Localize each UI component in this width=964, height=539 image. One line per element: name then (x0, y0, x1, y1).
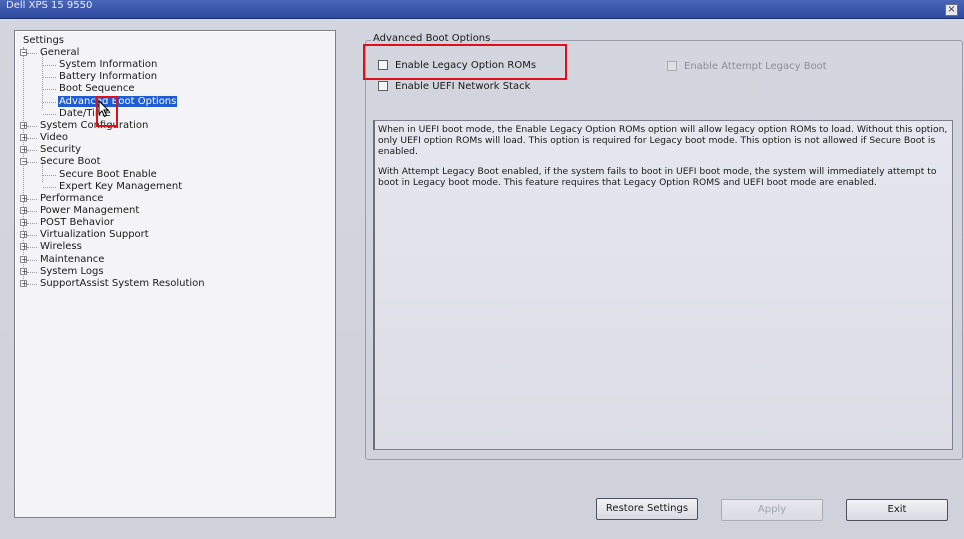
tree-connector-line (27, 138, 37, 140)
help-description-box: When in UEFI boot mode, the Enable Legac… (373, 120, 953, 450)
tree-item[interactable]: General (39, 47, 80, 59)
tree-item-label: System Information (59, 59, 158, 71)
expand-icon[interactable]: + (20, 219, 28, 227)
tree-item[interactable]: Boot Sequence (58, 83, 136, 95)
restore-settings-button[interactable]: Restore Settings (596, 498, 698, 520)
mouse-pointer-icon (98, 100, 110, 118)
tree-item-label: POST Behavior (40, 217, 114, 229)
tree-item-label: Battery Information (59, 71, 158, 83)
window-title: Dell XPS 15 9550 (6, 0, 93, 11)
tree-item-label: Secure Boot Enable (59, 168, 157, 180)
tree-item[interactable]: Expert Key Management (58, 181, 183, 193)
tree-item[interactable]: Secure Boot Enable (58, 169, 158, 181)
tree-item-label: Secure Boot (40, 156, 101, 168)
tree-connector-line (42, 53, 43, 108)
expand-icon[interactable]: + (20, 255, 28, 263)
tree-connector-line (27, 210, 37, 212)
tree-item[interactable]: Power Management (39, 205, 140, 217)
expand-icon[interactable]: + (20, 121, 28, 129)
expand-icon[interactable]: + (20, 231, 28, 239)
tree-connector-line (43, 77, 56, 79)
tree-item-label: Maintenance (40, 253, 105, 265)
group-title: Advanced Boot Options (371, 33, 493, 44)
help-paragraph: When in UEFI boot mode, the Enable Legac… (378, 124, 948, 157)
tree-item[interactable]: Secure Boot (39, 156, 102, 168)
expand-icon[interactable]: + (20, 267, 28, 275)
tree-connector-line (43, 174, 56, 176)
window-title-bar: Dell XPS 15 9550 × (0, 0, 964, 19)
tree-connector-line (43, 101, 56, 103)
tree-root-settings[interactable]: Settings (22, 35, 65, 47)
tree-item[interactable]: Security (39, 144, 82, 156)
tree-connector-line (43, 113, 56, 115)
tree-item-label: Expert Key Management (59, 180, 183, 192)
tree-item[interactable]: System Configuration (39, 120, 149, 132)
tree-connector-line (27, 259, 37, 261)
exit-button[interactable]: Exit (846, 499, 948, 521)
enable-attempt-legacy-boot-checkbox: Enable Attempt Legacy Boot (667, 61, 827, 72)
enable-uefi-network-stack-checkbox[interactable]: Enable UEFI Network Stack (378, 81, 530, 92)
tree-item-label: Video (40, 132, 69, 144)
tree-item[interactable]: POST Behavior (39, 217, 115, 229)
expand-icon[interactable]: + (20, 146, 28, 154)
tree-item[interactable]: Video (39, 132, 69, 144)
expand-icon[interactable]: + (20, 206, 28, 214)
tree-connector-line (27, 271, 37, 273)
expand-icon[interactable]: + (20, 194, 28, 202)
tree-item-label: Security (40, 144, 82, 156)
tree-item-label: Power Management (40, 204, 140, 216)
tree-item-label: Virtualization Support (40, 229, 149, 241)
close-icon[interactable]: × (945, 4, 958, 16)
tree-connector-line (27, 235, 37, 237)
tree-item[interactable]: System Logs (39, 266, 105, 278)
tree-item[interactable]: System Information (58, 59, 158, 71)
collapse-icon[interactable]: − (20, 158, 28, 166)
tree-item[interactable]: SupportAssist System Resolution (39, 278, 206, 290)
tree-connector-line (27, 125, 37, 127)
highlight-box (363, 44, 567, 80)
expand-icon[interactable]: + (20, 243, 28, 251)
tree-connector-line (27, 223, 37, 225)
checkbox-label: Enable Attempt Legacy Boot (684, 61, 827, 72)
expand-icon[interactable]: + (20, 279, 28, 287)
tree-connector-line (27, 150, 37, 152)
collapse-icon[interactable]: − (20, 49, 28, 57)
help-paragraph: With Attempt Legacy Boot enabled, if the… (378, 166, 937, 189)
expand-icon[interactable]: + (20, 134, 28, 142)
tree-item-label: General (40, 47, 80, 58)
checkbox-label: Enable UEFI Network Stack (395, 81, 531, 92)
tree-item[interactable]: Virtualization Support (39, 229, 150, 241)
tree-item-label: Performance (40, 192, 104, 204)
settings-tree[interactable]: Settings General − System Information Batte… (14, 30, 336, 518)
tree-connector-line (27, 53, 37, 54)
tree-item-label: System Logs (40, 265, 104, 277)
tree-connector-line (43, 89, 56, 91)
tree-item-label: Boot Sequence (59, 83, 135, 95)
tree-connector-line (27, 283, 37, 285)
apply-button: Apply (721, 499, 823, 521)
tree-connector-line (27, 198, 37, 200)
tree-item-label: SupportAssist System Resolution (40, 277, 205, 289)
checkbox-box (667, 61, 677, 71)
tree-item[interactable]: Maintenance (39, 254, 105, 266)
tree-item[interactable]: Battery Information (58, 71, 158, 83)
tree-connector-line (43, 65, 56, 67)
tree-item[interactable]: Wireless (39, 241, 83, 253)
tree-connector-line (27, 247, 37, 249)
tree-connector-line (43, 186, 56, 188)
tree-item-label: System Configuration (40, 119, 149, 131)
tree-item-label: Wireless (40, 241, 82, 253)
tree-connector-line (27, 162, 37, 164)
checkbox-box[interactable] (378, 81, 388, 91)
tree-item[interactable]: Performance (39, 193, 104, 205)
